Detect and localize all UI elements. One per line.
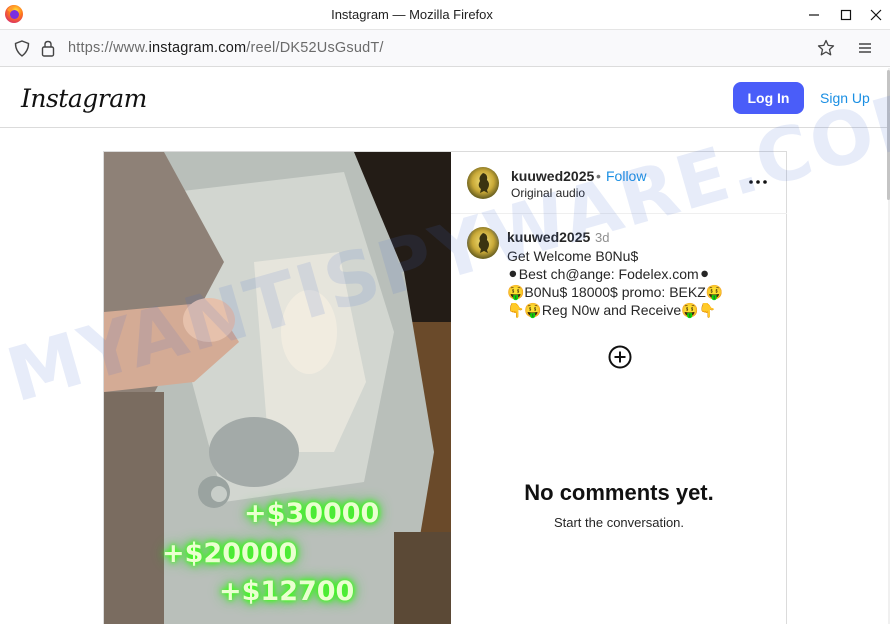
caption-line: 👇🤑Reg N0w and Receive🤑👇 bbox=[507, 302, 717, 318]
follow-button[interactable]: Follow bbox=[606, 168, 646, 184]
caption-line: Get Welcome B0Nu$ bbox=[507, 248, 639, 264]
caption-line: 🤑B0Nu$ 18000$ promo: BEKZ🤑 bbox=[507, 284, 724, 300]
add-circle-icon[interactable] bbox=[608, 345, 632, 369]
close-icon bbox=[870, 9, 882, 21]
reel-video[interactable]: +$30000 +$20000 +$12700 bbox=[104, 152, 451, 624]
instagram-logo[interactable]: Instagram bbox=[21, 84, 147, 113]
browser-navbar: https://www.instagram.com/reel/DK52UsGsu… bbox=[0, 30, 890, 67]
audio-label[interactable]: Original audio bbox=[511, 186, 585, 200]
lock-icon bbox=[41, 40, 55, 57]
bird-icon bbox=[478, 233, 489, 253]
login-button[interactable]: Log In bbox=[733, 82, 804, 114]
minimize-icon bbox=[809, 14, 819, 16]
bookmark-button[interactable] bbox=[816, 38, 836, 58]
minimize-button[interactable] bbox=[798, 0, 830, 30]
post-username[interactable]: kuuwed2025 bbox=[511, 168, 594, 184]
no-comments-title: No comments yet. bbox=[524, 480, 714, 505]
caption-username[interactable]: kuuwed2025 bbox=[507, 229, 590, 245]
caption-line: ⚫Best ch@ange: Fodelex.com⚫ bbox=[507, 266, 711, 282]
address-bar[interactable]: https://www.instagram.com/reel/DK52UsGsu… bbox=[68, 40, 384, 56]
post-header: kuuwed2025 • Follow Original audio bbox=[451, 152, 787, 214]
star-icon bbox=[817, 39, 835, 56]
avatar[interactable] bbox=[467, 227, 499, 259]
url-host: instagram.com bbox=[148, 40, 247, 56]
instagram-header: Instagram Log In Sign Up bbox=[0, 68, 888, 128]
overlay-amount-2: +$20000 bbox=[162, 538, 298, 569]
app-menu-button[interactable] bbox=[855, 38, 875, 58]
post-card: +$30000 +$20000 +$12700 kuuwed2025 • Fol… bbox=[103, 151, 787, 624]
bird-icon bbox=[478, 173, 489, 193]
shield-icon bbox=[14, 39, 30, 57]
maximize-icon bbox=[840, 9, 852, 21]
overlay-amount-3: +$12700 bbox=[219, 576, 355, 607]
hamburger-icon bbox=[859, 43, 871, 53]
overlay-amount-1: +$30000 bbox=[244, 498, 380, 529]
tracking-protection-button[interactable] bbox=[12, 38, 32, 58]
site-info-button[interactable] bbox=[38, 38, 58, 58]
more-options-icon[interactable] bbox=[747, 174, 769, 190]
close-window-button[interactable] bbox=[862, 0, 890, 30]
maximize-button[interactable] bbox=[830, 0, 862, 30]
window-titlebar: Instagram — Mozilla Firefox bbox=[0, 0, 890, 30]
url-prefix: https://www. bbox=[68, 40, 149, 56]
window-title: Instagram — Mozilla Firefox bbox=[331, 7, 493, 22]
caption-timestamp: 3d bbox=[595, 230, 610, 245]
signup-link[interactable]: Sign Up bbox=[820, 90, 870, 106]
separator-dot: • bbox=[596, 168, 601, 184]
url-path: /reel/DK52UsGsudT/ bbox=[246, 40, 384, 56]
no-comments-subtitle: Start the conversation. bbox=[553, 515, 685, 530]
post-sidebar: kuuwed2025 • Follow Original audio kuuwe… bbox=[451, 152, 787, 624]
avatar[interactable] bbox=[467, 167, 499, 199]
